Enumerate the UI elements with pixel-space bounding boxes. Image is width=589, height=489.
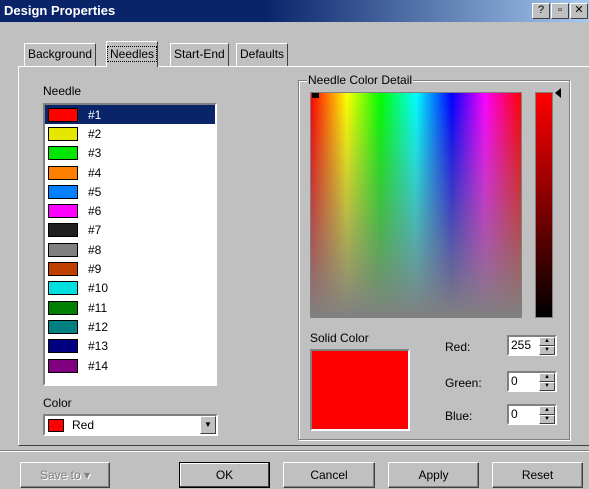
blue-input[interactable]: 0 ▲ ▼ (507, 404, 557, 425)
list-item[interactable]: #11 (45, 298, 215, 317)
needle-label-text: #10 (88, 281, 109, 296)
blue-down-icon[interactable]: ▼ (539, 415, 555, 424)
blue-up-icon[interactable]: ▲ (539, 406, 555, 415)
needle-color-swatch (48, 358, 78, 373)
needle-label-text: #2 (88, 126, 102, 141)
window-title: Design Properties (4, 3, 116, 18)
ok-button[interactable]: OK (179, 462, 270, 488)
needle-color-swatch (48, 184, 78, 199)
needle-label-text: #1 (88, 107, 102, 122)
needle-label-text: #6 (88, 204, 102, 219)
needle-color-swatch (48, 319, 78, 334)
list-item[interactable]: #8 (45, 240, 215, 259)
needle-color-swatch (48, 204, 78, 219)
list-item[interactable]: #14 (45, 356, 215, 375)
red-input[interactable]: 255 ▲ ▼ (507, 335, 557, 356)
title-bar: Design Properties (0, 0, 589, 22)
needle-label-text: #7 (88, 223, 102, 238)
needle-color-swatch (48, 126, 78, 141)
spectrum-picker-marker[interactable] (312, 93, 319, 98)
color-label: Color (43, 396, 72, 410)
tab-needles[interactable]: Needles (106, 41, 159, 67)
list-item[interactable]: #7 (45, 221, 215, 240)
list-item[interactable]: #6 (45, 201, 215, 220)
apply-button[interactable]: Apply (388, 462, 479, 488)
list-item[interactable]: #10 (45, 279, 215, 298)
needle-label-text: #9 (88, 262, 102, 277)
color-dropdown[interactable]: Red ▼ (43, 414, 218, 436)
needle-label-text: #12 (88, 319, 109, 334)
luminance-arrow-icon[interactable] (555, 88, 561, 98)
red-up-icon[interactable]: ▲ (539, 337, 555, 346)
group-title: Needle Color Detail (307, 73, 414, 87)
list-item[interactable]: #12 (45, 317, 215, 336)
green-down-icon[interactable]: ▼ (539, 382, 555, 391)
list-item[interactable]: #1 (45, 105, 215, 125)
tab-background[interactable]: Background (24, 43, 97, 66)
restore-icon[interactable]: ▫ (551, 3, 569, 19)
red-down-icon[interactable]: ▼ (539, 346, 555, 355)
list-item[interactable]: #9 (45, 259, 215, 278)
needle-color-swatch (48, 223, 78, 238)
needle-label-text: #14 (88, 358, 109, 373)
list-item[interactable]: #3 (45, 144, 215, 163)
needle-color-swatch (48, 262, 78, 277)
footer-divider (0, 450, 589, 452)
needle-label-text: #13 (88, 339, 109, 354)
reset-button[interactable]: Reset (492, 462, 583, 488)
list-item[interactable]: #5 (45, 182, 215, 201)
tab-start-end[interactable]: Start-End (170, 43, 229, 66)
luminance-bar[interactable] (535, 92, 553, 318)
needle-color-swatch (48, 300, 78, 315)
needle-color-swatch (48, 146, 78, 161)
needle-color-swatch (48, 107, 78, 122)
color-spectrum[interactable] (310, 92, 522, 318)
color-dropdown-value: Red (72, 418, 95, 432)
tab-defaults[interactable]: Defaults (236, 43, 289, 66)
needle-label: Needle (43, 84, 82, 98)
solid-color-label: Solid Color (310, 331, 369, 345)
needle-label-text: #11 (88, 300, 108, 315)
needle-label-text: #3 (88, 146, 102, 161)
needle-color-swatch (48, 165, 78, 180)
needle-color-swatch (48, 242, 78, 257)
save-to-button[interactable]: Save to ▾ (20, 462, 110, 488)
help-icon[interactable]: ? (532, 3, 550, 19)
blue-label: Blue: (445, 409, 473, 423)
close-icon[interactable]: ✕ (570, 3, 588, 19)
color-swatch (48, 418, 64, 432)
green-up-icon[interactable]: ▲ (539, 373, 555, 382)
needle-label-text: #8 (88, 242, 102, 257)
cancel-button[interactable]: Cancel (283, 462, 375, 488)
red-label: Red: (445, 340, 471, 354)
needle-label-text: #5 (88, 184, 102, 199)
list-item[interactable]: #13 (45, 337, 215, 356)
chevron-down-icon[interactable]: ▼ (200, 416, 216, 434)
list-item[interactable]: #2 (45, 124, 215, 143)
green-label: Green: (445, 376, 482, 390)
needle-color-swatch (48, 281, 78, 296)
list-item[interactable]: #4 (45, 163, 215, 182)
needle-color-swatch (48, 339, 78, 354)
green-input[interactable]: 0 ▲ ▼ (507, 371, 557, 392)
solid-color-preview (310, 349, 410, 431)
needle-label-text: #4 (88, 165, 102, 180)
needle-list[interactable]: #1 #2 #3 #4 #5 #6 #7 #8 #9 #10 #11 #12 #13 #14 (43, 103, 217, 386)
